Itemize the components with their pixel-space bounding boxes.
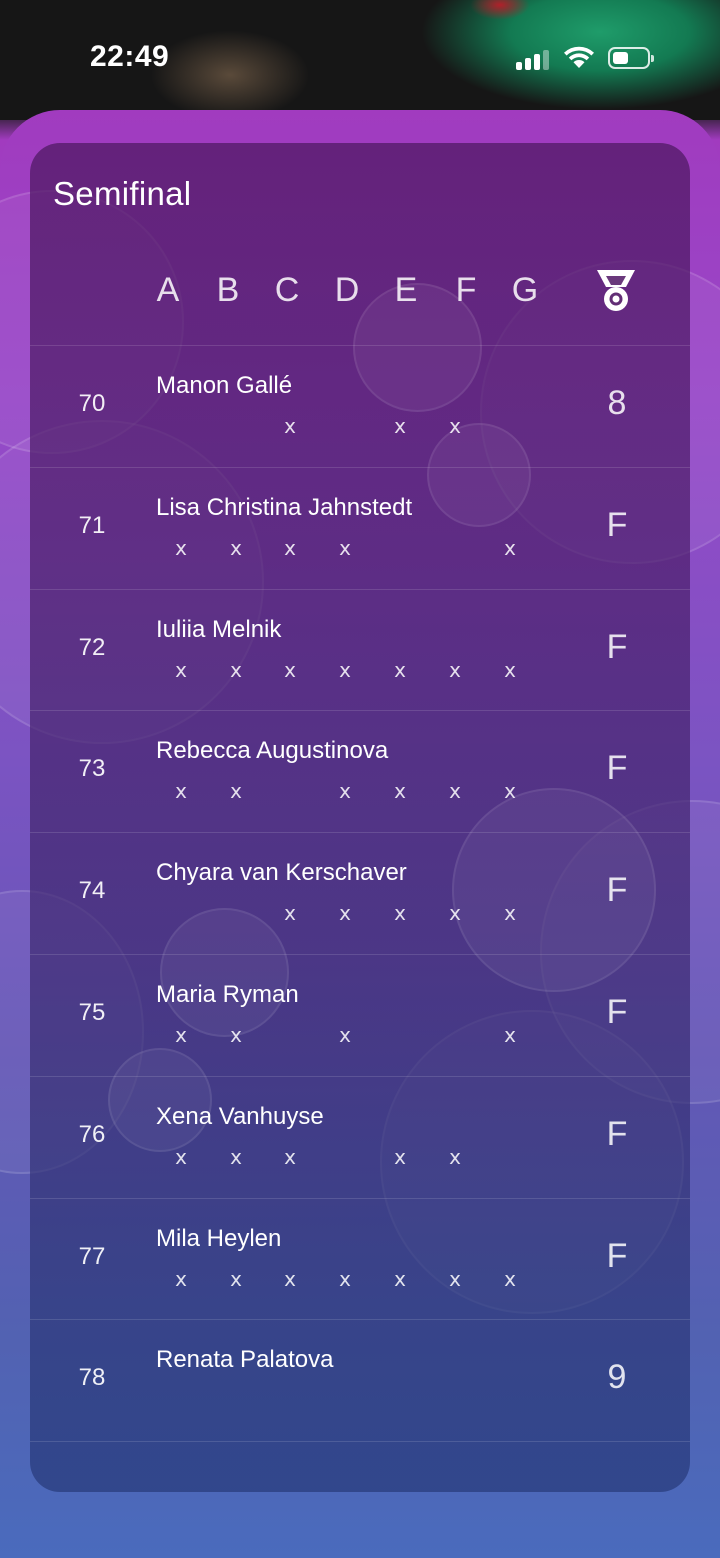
result-row[interactable]: 70 Manon Gallé x x x 8 — [30, 345, 690, 467]
result-row[interactable]: 73 Rebecca Augustinova x x x x x x F — [30, 710, 690, 832]
results-card: Semifinal A B C D E F G 70 Manon Gallé x x x… — [30, 143, 690, 1492]
result-row[interactable]: 74 Chyara van Kerschaver x x x x x F — [30, 832, 690, 954]
attempt-mark-e: x — [394, 779, 406, 804]
bib-number: 77 — [78, 1242, 106, 1270]
bib-number: 72 — [78, 633, 106, 661]
attempt-mark-b: x — [230, 1144, 242, 1169]
result-value: F — [606, 871, 628, 910]
athlete-name: Rebecca Augustinova — [156, 737, 389, 765]
attempt-mark-a: x — [175, 1144, 187, 1169]
attempt-mark-a: x — [175, 1023, 187, 1047]
attempt-mark-b: x — [230, 657, 242, 682]
attempt-mark-e: x — [394, 1144, 406, 1169]
attempt-mark-d: x — [339, 657, 351, 682]
result-value: 9 — [607, 1358, 627, 1397]
bib-number: 76 — [78, 1120, 106, 1148]
column-header-g: G — [511, 271, 539, 309]
bib-number: 71 — [78, 511, 106, 539]
attempt-mark-a: x — [175, 657, 187, 682]
result-value: F — [606, 505, 628, 544]
result-row[interactable]: 75 Maria Ryman x x x x F — [30, 954, 690, 1076]
results-sheet: Semifinal A B C D E F G 70 Manon Gallé x x x… — [0, 110, 720, 1558]
attempt-mark-b: x — [230, 1023, 242, 1047]
attempt-mark-g: x — [504, 901, 516, 926]
result-value: F — [606, 627, 628, 666]
attempt-mark-e: x — [394, 901, 406, 926]
result-value: 8 — [607, 384, 627, 422]
column-header-b: B — [216, 271, 240, 309]
attempt-mark-f: x — [449, 414, 461, 438]
attempt-mark-e: x — [394, 657, 406, 682]
attempt-mark-f: x — [449, 779, 461, 804]
attempt-mark-f: x — [449, 657, 461, 682]
result-row[interactable]: 76 Xena Vanhuyse x x x x x F — [30, 1075, 690, 1198]
result-value: F — [606, 993, 628, 1031]
attempt-mark-f: x — [449, 901, 461, 926]
attempt-mark-g: x — [504, 535, 516, 560]
attempt-mark-a: x — [175, 1266, 187, 1291]
attempt-mark-c: x — [284, 657, 296, 682]
attempt-mark-c: x — [284, 1266, 296, 1291]
bib-number: 75 — [78, 999, 106, 1026]
athlete-name: Manon Gallé — [156, 372, 293, 399]
attempt-mark-d: x — [339, 1266, 351, 1291]
attempt-mark-d: x — [339, 535, 351, 560]
attempt-mark-d: x — [339, 901, 351, 926]
athlete-name: Mila Heylen — [156, 1224, 282, 1252]
attempt-mark-a: x — [175, 535, 187, 560]
attempt-mark-c: x — [284, 535, 296, 560]
column-header-d: D — [334, 271, 360, 309]
bib-number: 78 — [78, 1364, 106, 1392]
result-row[interactable]: 78 Renata Palatova 9 — [30, 1319, 690, 1443]
attempt-mark-g: x — [504, 657, 516, 682]
result-row[interactable]: 77 Mila Heylen x x x x x x x F — [30, 1197, 690, 1320]
attempt-mark-e: x — [394, 1266, 406, 1291]
result-value: F — [606, 749, 628, 788]
attempt-mark-f: x — [449, 1266, 461, 1291]
attempt-mark-c: x — [284, 414, 296, 438]
athlete-name: Lisa Christina Jahnstedt — [156, 493, 413, 521]
result-value: F — [606, 1236, 628, 1275]
athlete-name: Iuliia Melnik — [156, 615, 282, 643]
result-row[interactable]: 71 Lisa Christina Jahnstedt x x x x x F — [30, 466, 690, 589]
attempt-mark-g: x — [504, 779, 516, 804]
attempt-mark-g: x — [504, 1023, 516, 1047]
wifi-icon — [564, 46, 594, 68]
attempt-mark-c: x — [284, 901, 296, 926]
athlete-name: Chyara van Kerschaver — [156, 859, 407, 887]
attempt-mark-b: x — [230, 535, 242, 560]
attempt-mark-e: x — [394, 414, 406, 438]
attempt-mark-c: x — [284, 1144, 296, 1169]
column-header-e: E — [394, 271, 418, 309]
bib-number: 74 — [78, 877, 106, 905]
attempt-mark-b: x — [230, 779, 242, 804]
attempt-mark-d: x — [339, 1023, 351, 1047]
battery-icon — [608, 47, 654, 69]
page-title: Semifinal — [53, 175, 192, 212]
result-row[interactable]: 72 Iuliia Melnik x x x x x x x F — [30, 588, 690, 711]
cellular-signal-icon — [516, 48, 550, 70]
column-header-a: A — [156, 271, 180, 309]
result-value: F — [606, 1114, 628, 1153]
athlete-name: Renata Palatova — [156, 1346, 334, 1374]
status-bar: 22:49 — [0, 0, 720, 120]
medal-icon — [597, 270, 635, 311]
athlete-name: Maria Ryman — [156, 981, 299, 1008]
attempt-mark-a: x — [175, 779, 187, 804]
attempt-mark-g: x — [504, 1266, 516, 1291]
athlete-name: Xena Vanhuyse — [156, 1102, 324, 1130]
bib-number: 73 — [78, 755, 106, 783]
attempt-mark-b: x — [230, 1266, 242, 1291]
bib-number: 70 — [78, 390, 106, 417]
attempt-mark-d: x — [339, 779, 351, 804]
status-time: 22:49 — [90, 40, 170, 73]
column-header-f: F — [455, 271, 477, 309]
column-header-c: C — [274, 271, 300, 309]
attempt-mark-f: x — [449, 1144, 461, 1169]
